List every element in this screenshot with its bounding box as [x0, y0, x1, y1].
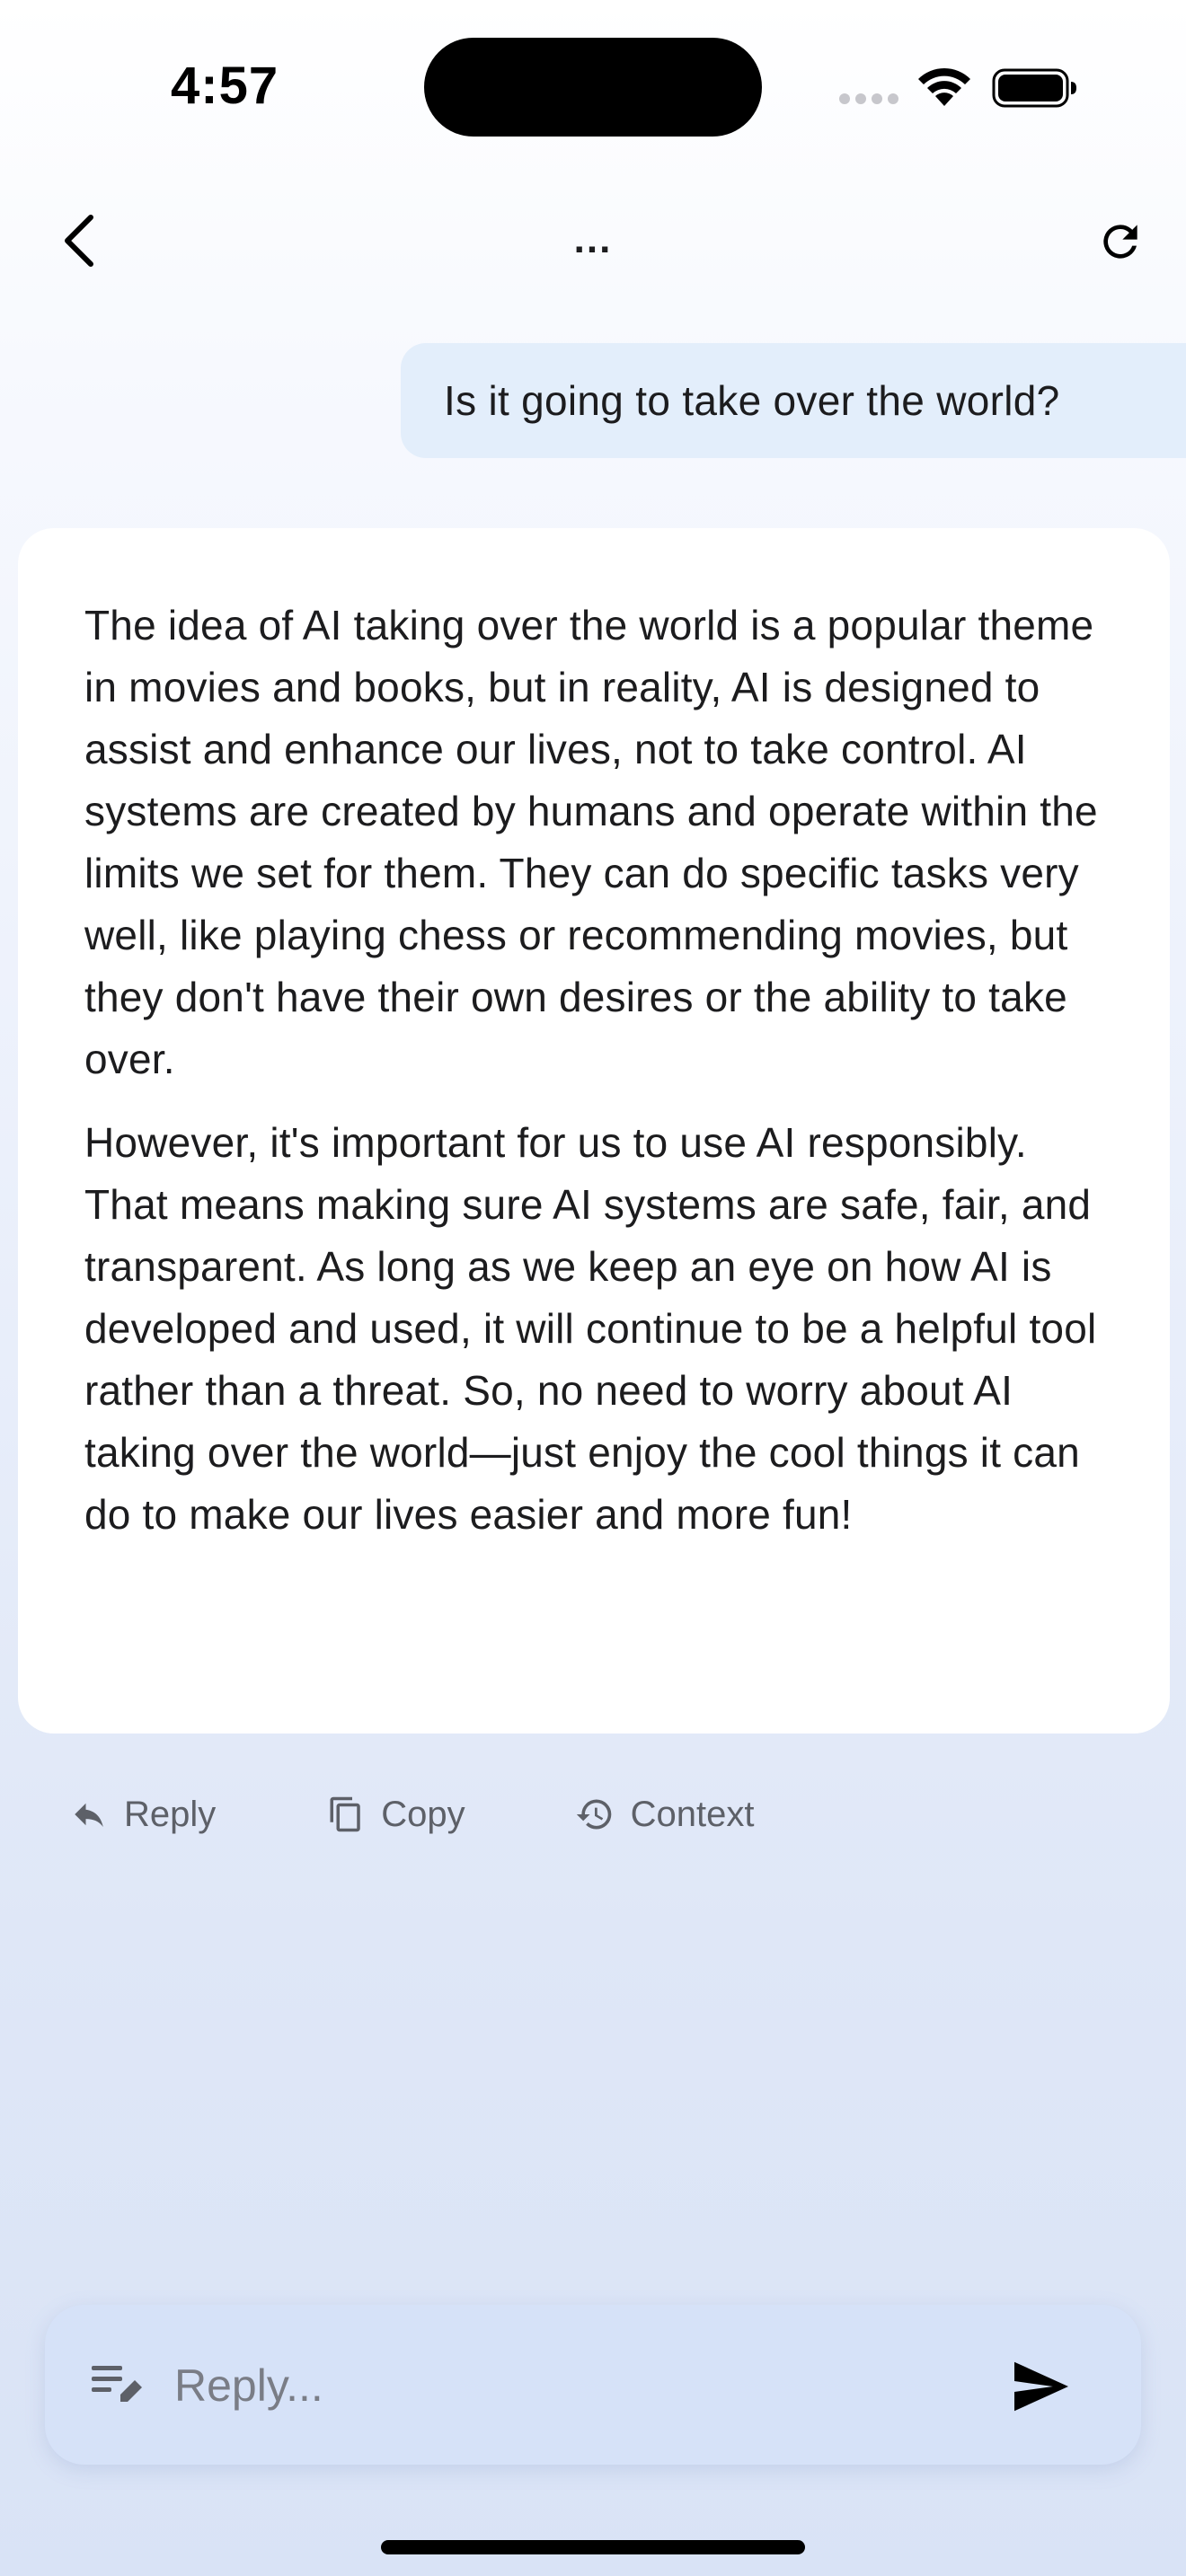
send-button[interactable] [1001, 2346, 1082, 2427]
copy-button[interactable]: Copy [327, 1795, 465, 1835]
send-icon [1014, 2361, 1068, 2412]
nav-title[interactable]: ... [503, 217, 683, 262]
dynamic-island [424, 38, 762, 137]
copy-label: Copy [381, 1794, 465, 1834]
user-message-text: Is it going to take over the world? [444, 377, 1060, 424]
back-button[interactable] [47, 208, 111, 273]
reply-input[interactable] [173, 2344, 985, 2427]
reply-button[interactable]: Reply [70, 1795, 216, 1835]
history-icon [576, 1799, 611, 1830]
assistant-paragraph: However, it's important for us to use AI… [84, 1119, 1097, 1538]
reply-composer [45, 2305, 1141, 2465]
refresh-icon [1103, 225, 1137, 259]
context-label: Context [630, 1794, 755, 1834]
reply-label: Reply [124, 1794, 217, 1834]
wifi-icon [918, 66, 970, 110]
assistant-message-card: The idea of AI taking over the world is … [18, 528, 1170, 1734]
refresh-button[interactable] [1089, 210, 1152, 273]
cellular-signal-icon [839, 93, 898, 104]
assistant-paragraph: The idea of AI taking over the world is … [84, 602, 1098, 1082]
home-indicator[interactable] [381, 2540, 805, 2554]
status-time: 4:57 [171, 57, 279, 115]
battery-icon [992, 68, 1078, 112]
reply-icon [75, 1803, 103, 1827]
user-message-bubble: Is it going to take over the world? [401, 343, 1186, 458]
message-actions: Reply Copy Context [70, 1782, 755, 1847]
context-button[interactable]: Context [575, 1795, 755, 1835]
edit-note-icon [90, 2360, 146, 2413]
chevron-left-icon [65, 215, 93, 267]
copy-icon [330, 1796, 361, 1832]
